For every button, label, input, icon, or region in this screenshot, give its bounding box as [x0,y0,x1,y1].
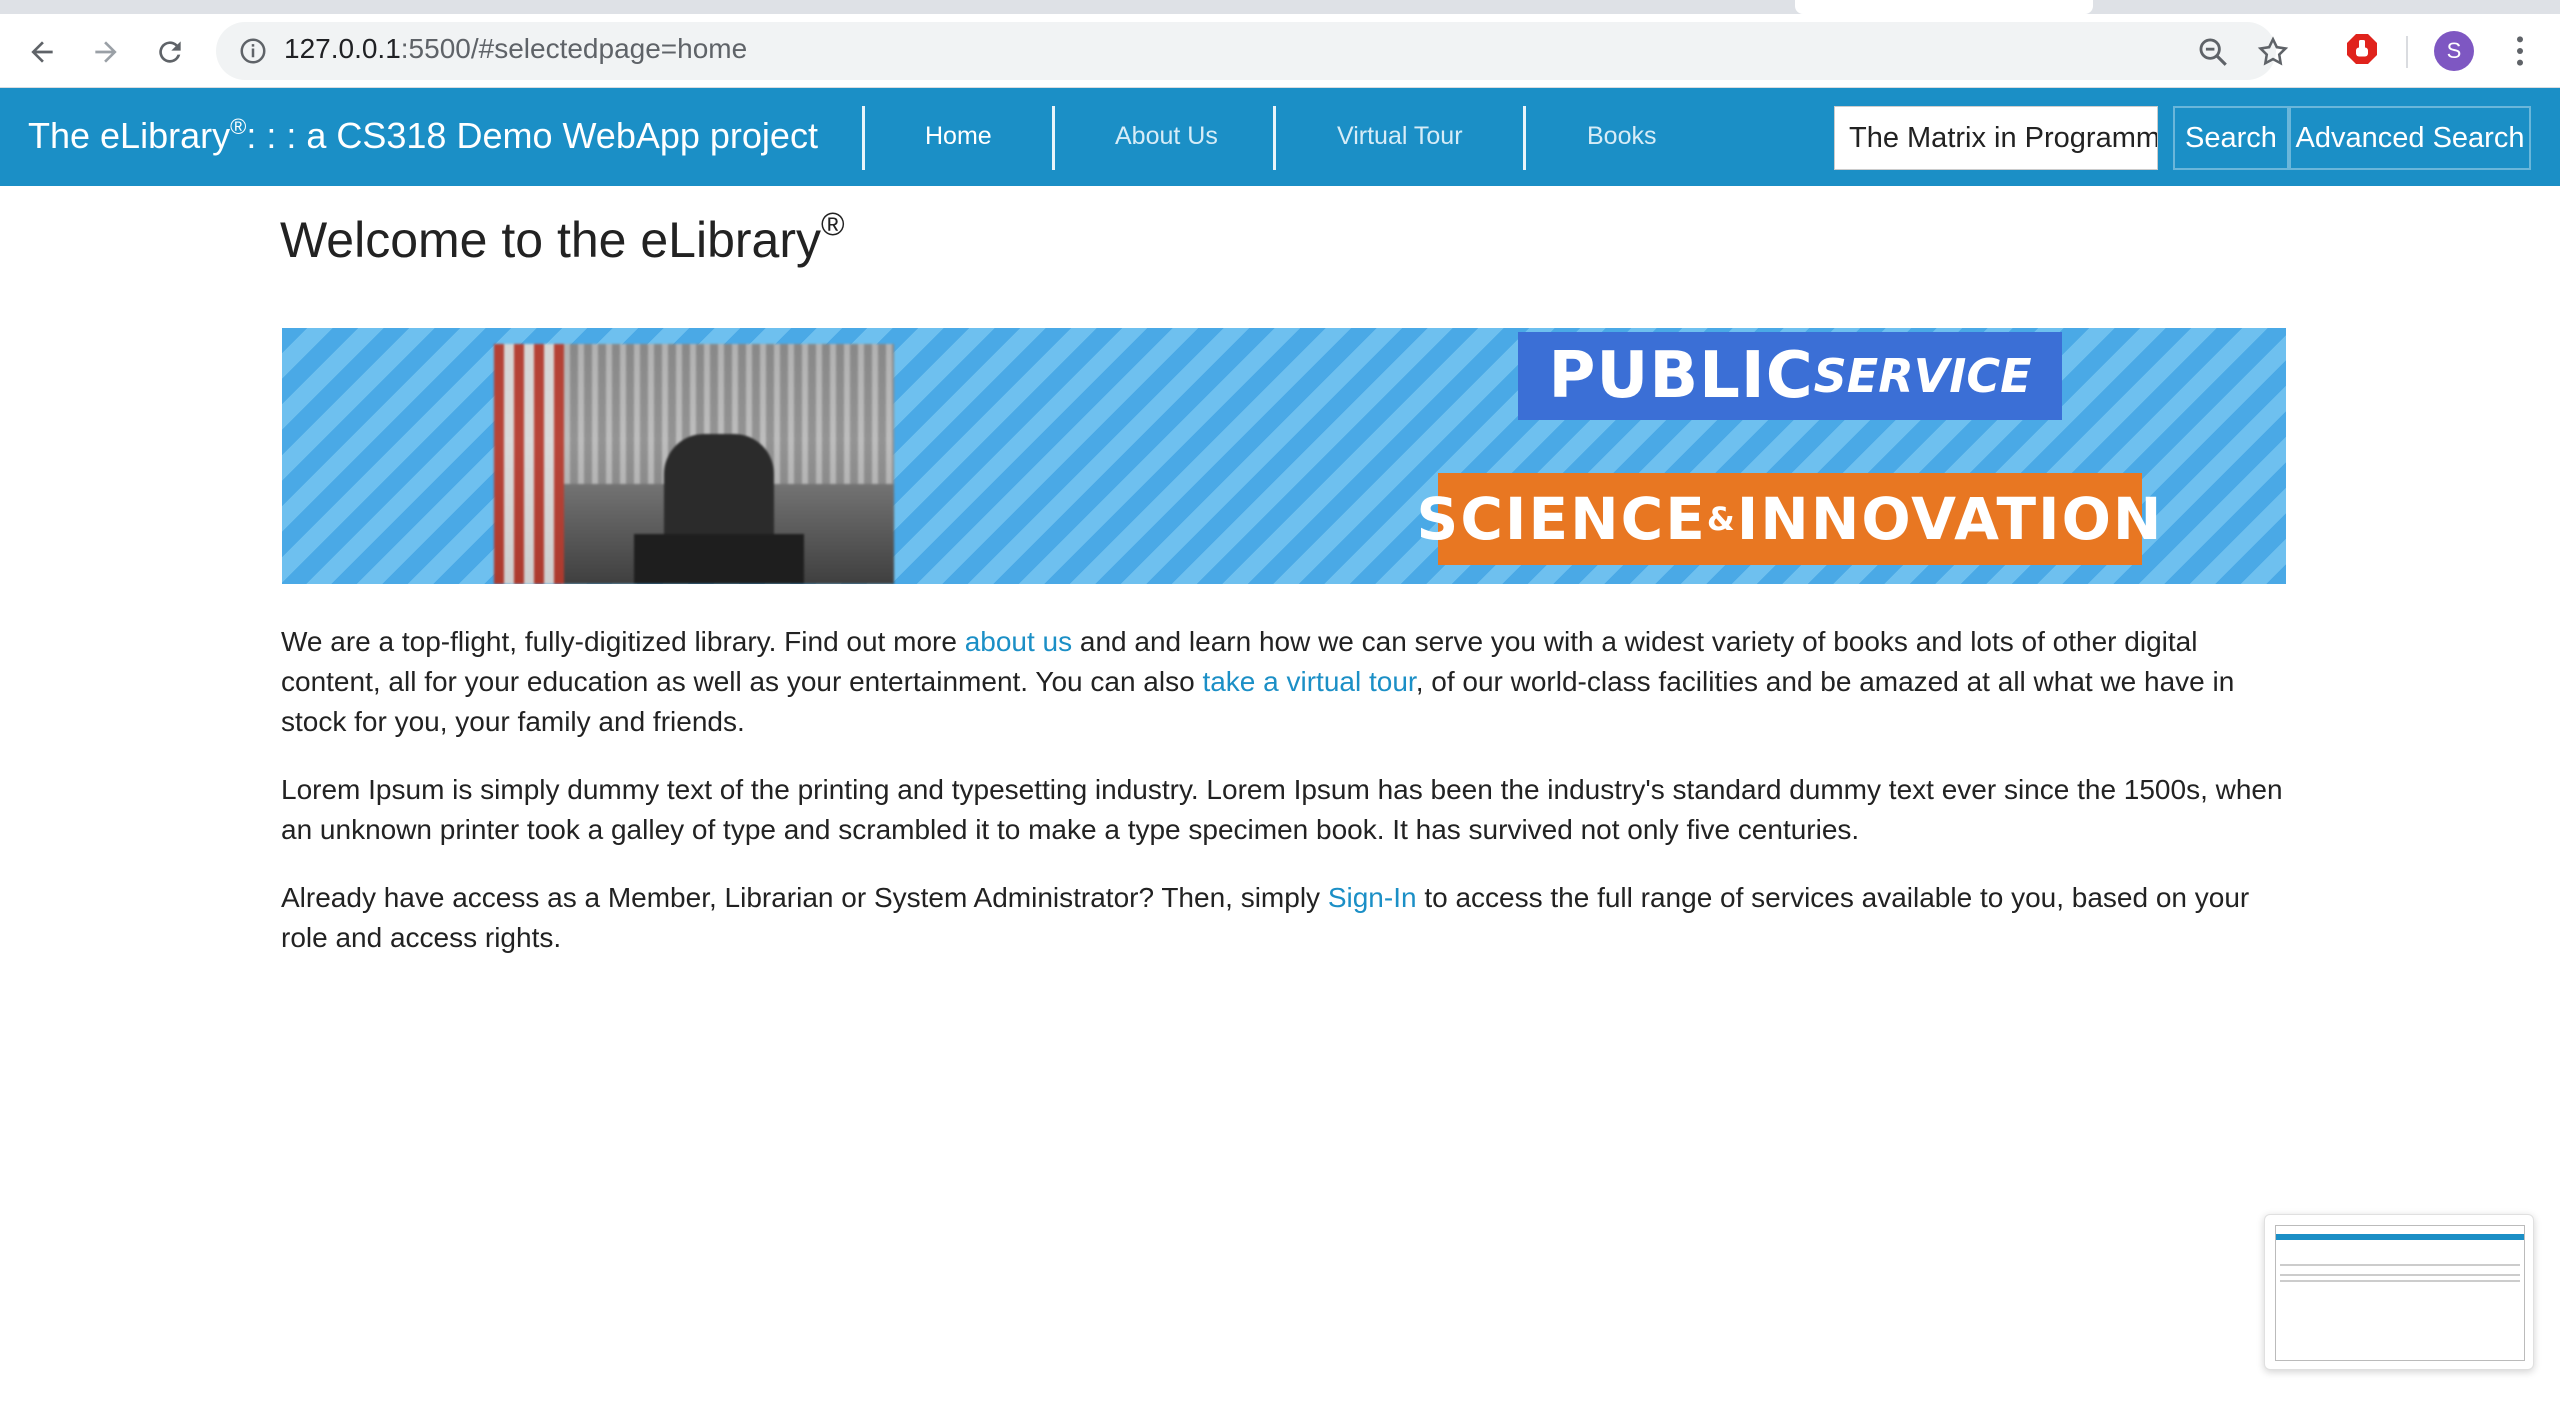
preview-thumbnail[interactable] [2264,1214,2534,1370]
nav-divider [862,106,865,170]
forward-arrow-icon[interactable] [86,32,126,72]
public-text: PUBLIC [1548,339,1814,413]
thumbnail-navbar [2276,1234,2524,1240]
bookmark-star-icon[interactable] [2256,35,2290,69]
intro-text-1: We are a top-flight, fully-digitized lib… [281,626,965,657]
nav-divider [1273,106,1276,170]
nav-divider [1523,106,1526,170]
browser-toolbar: 127.0.0.1:5500/#selectedpage=home S [0,14,2560,88]
signin-paragraph: Already have access as a Member, Librari… [281,878,2291,958]
url-path: :5500/#selectedpage=home [400,33,748,64]
menu-kebab-icon[interactable] [2500,31,2540,71]
brand-title[interactable]: The eLibrary®: : : a CS318 Demo WebApp p… [28,114,818,157]
thumbnail-row [2280,1264,2520,1266]
banner-photo [494,344,894,584]
nav-link-books[interactable]: Books [1587,122,1656,151]
tab-strip [0,0,2560,14]
url-host: 127.0.0.1 [284,33,401,64]
brand-suffix: : : : a CS318 Demo WebApp project [246,115,818,156]
signin-text-1: Already have access as a Member, Librari… [281,882,1328,913]
back-arrow-icon[interactable] [22,32,62,72]
innovation-text: INNOVATION [1736,485,2164,553]
thumbnail-row [2280,1274,2520,1276]
thumbnail-page [2275,1225,2525,1361]
virtual-tour-link[interactable]: take a virtual tour [1202,666,1415,697]
profile-avatar[interactable]: S [2434,31,2474,71]
hero-banner: PUBLIC SERVICE SCIENCE & INNOVATION [282,328,2286,584]
zoom-icon[interactable] [2196,35,2230,69]
nav-link-home[interactable]: Home [925,122,992,151]
sign-in-link[interactable]: Sign-In [1328,882,1417,913]
url-text: 127.0.0.1:5500/#selectedpage=home [284,33,747,65]
nav-link-virtual-tour[interactable]: Virtual Tour [1337,122,1463,151]
adblock-extension-icon[interactable] [2344,31,2380,67]
address-bar[interactable]: 127.0.0.1:5500/#selectedpage=home [216,22,2289,80]
public-service-label: PUBLIC SERVICE [1518,332,2062,420]
info-icon[interactable] [238,36,268,66]
active-tab[interactable] [1795,0,2093,14]
reload-icon[interactable] [150,32,190,72]
about-us-link[interactable]: about us [965,626,1072,657]
podium-graphic [634,534,804,584]
search-button[interactable]: Search [2173,106,2289,170]
science-innovation-label: SCIENCE & INNOVATION [1417,473,2161,565]
flag-graphic [494,344,564,584]
page-title: Welcome to the eLibrary® [280,206,845,269]
science-text: SCIENCE [1416,485,1707,553]
thumbnail-row [2280,1280,2520,1282]
nav-divider [1052,106,1055,170]
lorem-paragraph: Lorem Ipsum is simply dummy text of the … [281,774,2283,845]
title-registered-mark: ® [821,206,845,242]
app-navbar: The eLibrary®: : : a CS318 Demo WebApp p… [0,88,2560,186]
nav-link-about-us[interactable]: About Us [1115,122,1218,151]
search-input[interactable]: The Matrix in Programming [1834,106,2158,170]
toolbar-separator [2406,36,2408,68]
service-text: SERVICE [1813,349,2032,403]
ampersand-text: & [1706,500,1737,538]
advanced-search-button[interactable]: Advanced Search [2289,106,2531,170]
page-title-text: Welcome to the eLibrary [280,212,821,268]
brand-prefix: The eLibrary [28,115,231,156]
brand-registered-mark: ® [230,114,247,139]
intro-paragraph: We are a top-flight, fully-digitized lib… [281,622,2291,742]
